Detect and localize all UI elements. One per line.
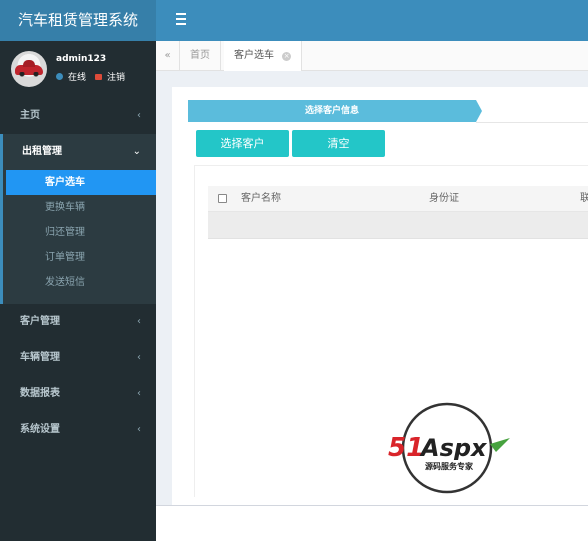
divider: [476, 122, 588, 123]
sidebar-item-reports[interactable]: 数据报表 ‹: [0, 376, 156, 412]
chevron-left-icon: ‹: [137, 316, 141, 327]
sidebar-subitem-change-car[interactable]: 更换车辆: [6, 195, 156, 220]
column-header-id[interactable]: 身份证: [429, 186, 459, 212]
user-name: admin123: [56, 54, 107, 64]
sidebar-subitem-orders[interactable]: 订单管理: [6, 245, 156, 270]
logout-link[interactable]: 注销: [107, 70, 125, 83]
svg-text:源码服务专家: 源码服务专家: [425, 461, 474, 471]
online-dot-icon: [56, 73, 63, 80]
sidebar-item-rental[interactable]: 出租管理 ⌄: [3, 134, 156, 170]
chevron-left-icon: ‹: [137, 110, 141, 121]
sidebar-item-label: 出租管理: [22, 146, 62, 157]
footer: [156, 505, 588, 541]
menu-icon[interactable]: [176, 13, 186, 27]
sidebar-item-label: 客户管理: [20, 316, 60, 327]
sidebar-item-home[interactable]: 主页 ‹: [0, 98, 156, 134]
chevron-down-icon: ⌄: [132, 146, 141, 157]
select-all-checkbox[interactable]: [218, 194, 227, 203]
main-content: 选择客户信息 选择客户 清空 客户名称 身份证 联: [172, 87, 588, 505]
sidebar-group-rental: 出租管理 ⌄ 客户选车 更换车辆 归还管理 订单管理 发送短信: [0, 134, 156, 304]
chevron-left-icon: ‹: [137, 352, 141, 363]
sidebar-item-label: 系统设置: [20, 424, 60, 435]
tab-close-icon[interactable]: ×: [282, 52, 292, 61]
column-header-contact[interactable]: 联: [580, 186, 588, 212]
chevron-left-icon: ‹: [137, 388, 141, 399]
top-navbar: [156, 0, 588, 41]
sidebar-subitem-return[interactable]: 归还管理: [6, 220, 156, 245]
status-text: 在线: [68, 73, 87, 83]
logout-icon[interactable]: [95, 73, 103, 80]
sidebar-item-settings[interactable]: 系统设置 ‹: [0, 412, 156, 448]
tab-customer-select[interactable]: 客户选车 ×: [224, 41, 303, 71]
sidebar-item-label: 主页: [20, 110, 40, 121]
user-status: 在线 注销: [56, 70, 125, 83]
watermark-logo: 51 Aspx 源码服务专家: [386, 402, 512, 494]
sidebar-item-label: 车辆管理: [20, 352, 60, 363]
sidebar-item-label: 数据报表: [20, 388, 60, 399]
tab-label: 客户选车: [234, 50, 274, 61]
column-header-name[interactable]: 客户名称: [241, 186, 281, 212]
select-customer-button[interactable]: 选择客户: [196, 130, 289, 157]
section-title: 选择客户信息: [188, 100, 482, 122]
sidebar: admin123 在线 注销 主页 ‹ 出租管理 ⌄ 客户选车 更换车辆 归还管…: [0, 41, 156, 541]
user-panel: admin123 在线 注销: [0, 41, 156, 98]
sidebar-subitem-customer-select[interactable]: 客户选车: [6, 170, 156, 195]
sidebar-item-customers[interactable]: 客户管理 ‹: [0, 304, 156, 340]
tab-label: 首页: [190, 50, 210, 61]
sidebar-subitem-sms[interactable]: 发送短信: [6, 270, 156, 295]
tab-home[interactable]: 首页: [180, 41, 221, 71]
app-logo[interactable]: 汽车租赁管理系统: [0, 0, 156, 41]
svg-text:51: 51: [388, 433, 424, 463]
svg-text:Aspx: Aspx: [419, 434, 488, 462]
chevron-left-icon: ‹: [137, 424, 141, 435]
avatar: [11, 51, 47, 87]
sidebar-item-vehicles[interactable]: 车辆管理 ‹: [0, 340, 156, 376]
table-row: [208, 212, 588, 239]
clear-button[interactable]: 清空: [292, 130, 385, 157]
tabs-bar: « 首页 客户选车 ×: [156, 41, 588, 71]
tabs-back-icon[interactable]: «: [156, 41, 180, 71]
table-header: 客户名称 身份证 联: [208, 186, 588, 212]
